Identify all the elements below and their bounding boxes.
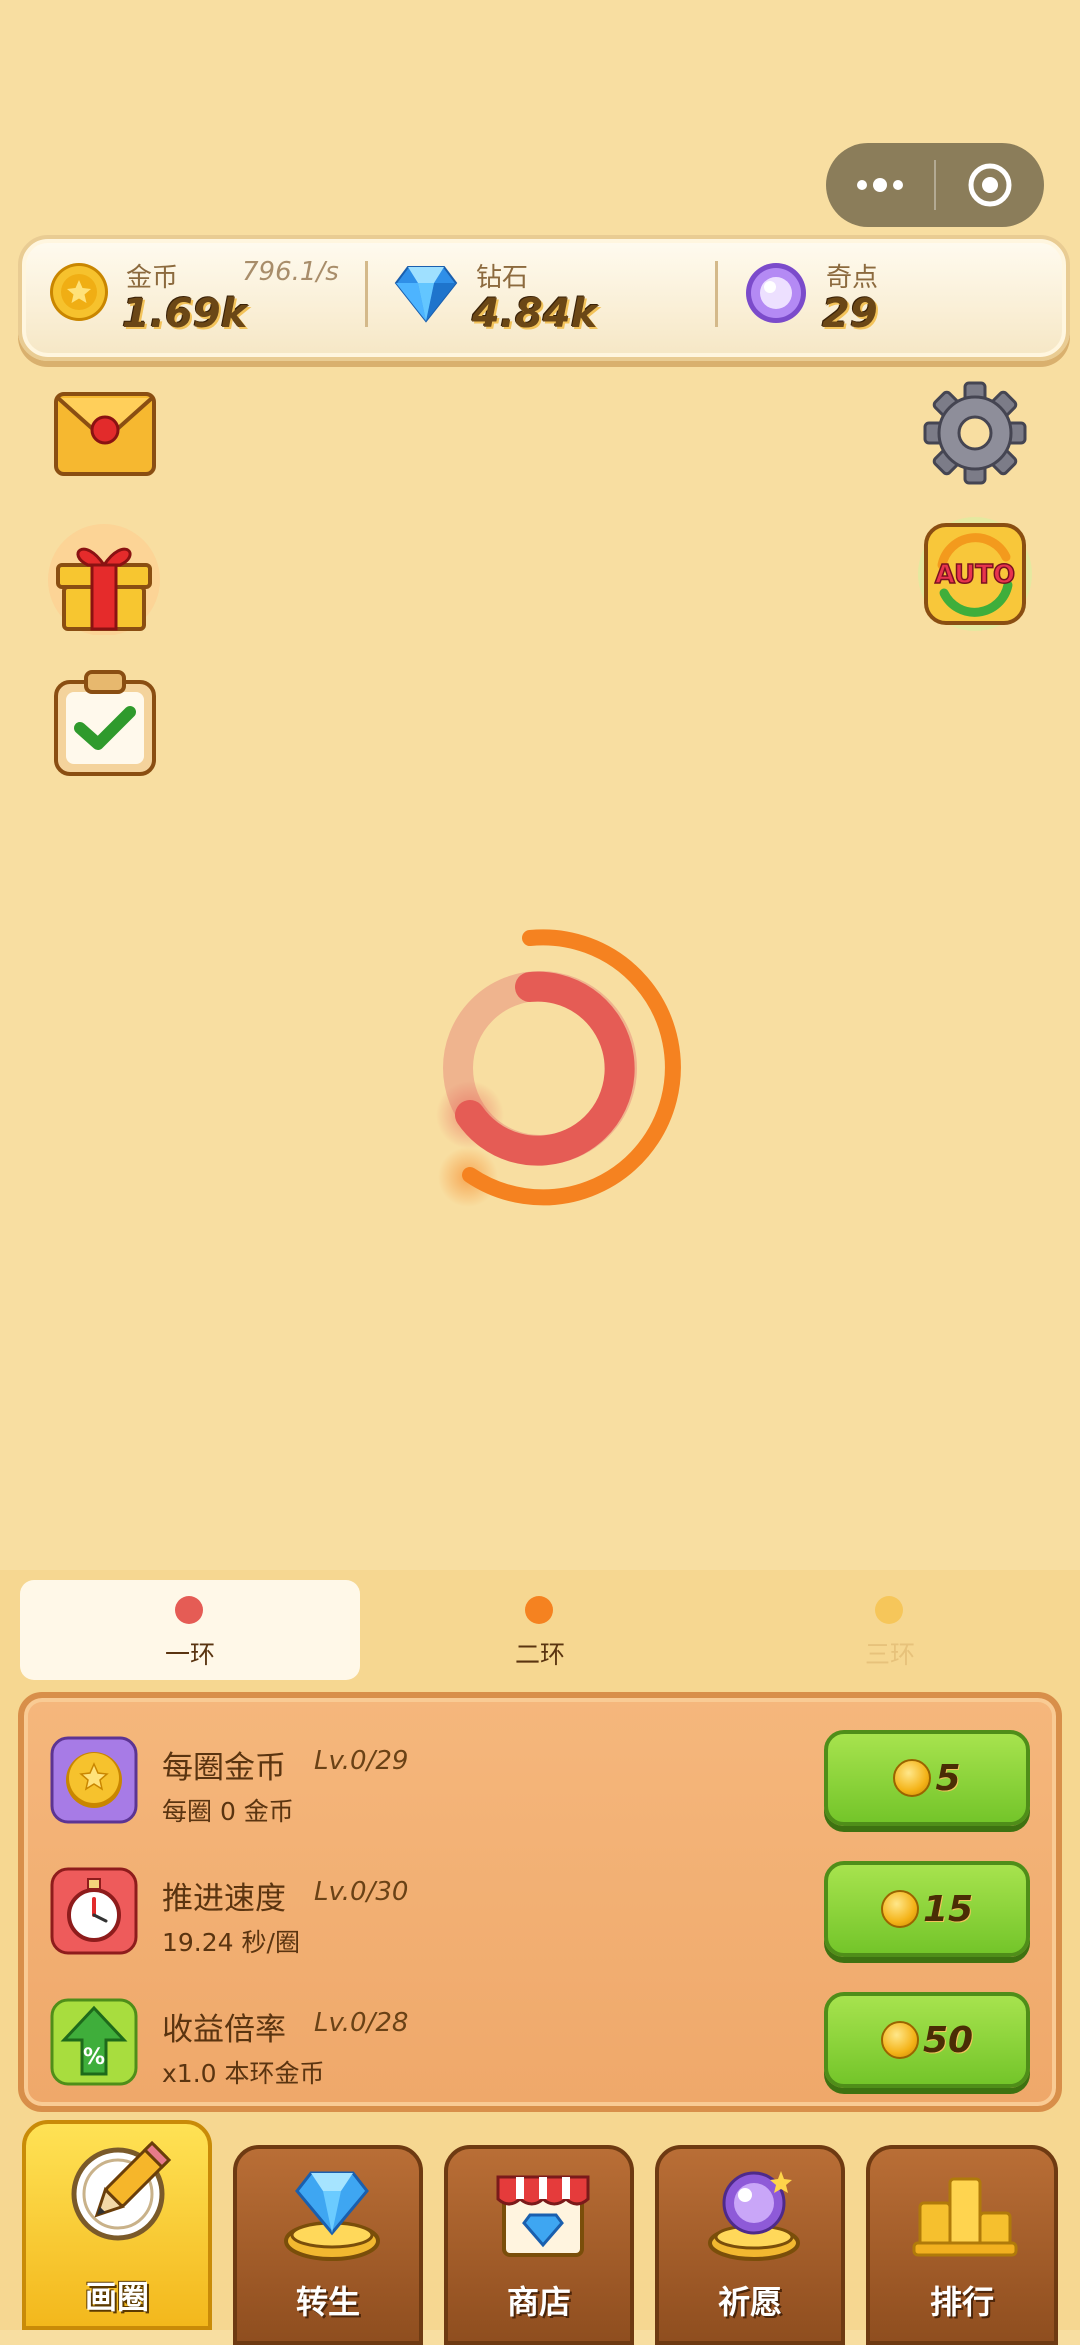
odd-value: 29 — [822, 291, 878, 337]
upgrade-row-multiplier: % 收益倍率 Lv.0/28 x1.0 本环金币 50 — [24, 1984, 1056, 2104]
gold-rate: 796.1/s — [242, 257, 339, 287]
ring-progress — [430, 925, 690, 1215]
gear-icon — [923, 381, 1027, 485]
upgrade-cost: 15 — [922, 1888, 974, 1930]
tab-ring-2-label: 二环 — [514, 1640, 565, 1669]
resource-odd: 奇点 29 — [722, 239, 1062, 357]
nav-draw[interactable]: 画圈 — [22, 2120, 212, 2330]
more-dots-icon[interactable] — [826, 143, 934, 227]
star-coin-icon — [50, 1736, 138, 1824]
upgrade-desc: 19.24 秒/圈 — [162, 1928, 300, 1957]
ring-1-dot — [175, 1596, 203, 1624]
mini-program-capsule — [826, 143, 1044, 227]
nav-shop[interactable]: 商店 — [444, 2145, 634, 2345]
shop-icon — [496, 2175, 590, 2257]
tab-ring-1[interactable]: 一环 — [20, 1580, 360, 1680]
upgrade-cost: 5 — [935, 1757, 961, 1799]
outer-ring-glow — [438, 1147, 498, 1207]
nav-shop-label: 商店 — [506, 2283, 571, 2321]
diamond-icon — [394, 266, 458, 323]
auto-icon: AUTO — [918, 517, 1032, 631]
upgrade-desc: 每圈 0 金币 — [162, 1797, 294, 1826]
nav-rank[interactable]: 排行 — [866, 2145, 1058, 2345]
stopwatch-icon — [50, 1867, 138, 1955]
upgrade-cost: 50 — [922, 2019, 974, 2061]
upgrade-title: 每圈金币 — [162, 1750, 286, 1786]
svg-text:%: % — [83, 2045, 105, 2070]
mail-button[interactable] — [50, 380, 160, 490]
coin-icon — [880, 1890, 919, 1928]
coin-icon — [893, 1759, 932, 1797]
pencil-circle-icon — [71, 2140, 172, 2241]
nav-rebirth[interactable]: 转生 — [233, 2145, 423, 2345]
upgrade-level: Lv.0/30 — [314, 1877, 409, 1907]
upgrade-desc: x1.0 本环金币 — [162, 2059, 325, 2088]
upgrade-title: 收益倍率 — [162, 2012, 286, 2048]
resource-bar: 金币 796.1/s 1.69k 钻石 4.84k 奇点 29 — [18, 235, 1070, 361]
upgrade-level: Lv.0/29 — [314, 1746, 409, 1776]
rebirth-diamond-icon — [284, 2171, 380, 2261]
ring-3-dot — [875, 1596, 903, 1624]
upgrade-title: 推进速度 — [162, 1881, 286, 1917]
gold-label: 金币 — [126, 263, 179, 293]
auto-button[interactable]: AUTO — [916, 515, 1034, 633]
divider — [715, 261, 718, 327]
bottom-nav: 画圈 转生 商店 祈愿 排行 — [0, 2120, 1080, 2345]
nav-rank-label: 排行 — [929, 2283, 994, 2321]
gold-value: 1.69k — [122, 291, 248, 337]
settings-button[interactable] — [920, 378, 1030, 488]
resource-gold: 金币 796.1/s 1.69k — [22, 239, 362, 357]
diamond-label: 钻石 — [476, 263, 529, 293]
upgrade-level: Lv.0/28 — [314, 2008, 409, 2038]
nav-draw-label: 画圈 — [84, 2278, 149, 2316]
tab-ring-3[interactable]: 三环 — [720, 1580, 1060, 1680]
nav-wish-label: 祈愿 — [717, 2283, 782, 2321]
upgrade-coin-button[interactable]: 5 — [824, 1730, 1030, 1826]
mail-icon — [54, 392, 156, 476]
nav-wish[interactable]: 祈愿 — [655, 2145, 845, 2345]
auto-text: AUTO — [935, 560, 1015, 590]
upgrade-row-speed: 推进速度 Lv.0/30 19.24 秒/圈 15 — [24, 1853, 1056, 1973]
purple-orb-icon — [746, 263, 806, 323]
percent-arrow-icon: % — [50, 1998, 138, 2086]
upgrade-multiplier-button[interactable]: 50 — [824, 1992, 1030, 2088]
task-button[interactable] — [50, 668, 160, 778]
upgrade-row-coin: 每圈金币 Lv.0/29 每圈 0 金币 5 — [24, 1722, 1056, 1842]
tab-ring-3-label: 三环 — [864, 1640, 915, 1669]
tab-ring-2[interactable]: 二环 — [370, 1580, 710, 1680]
ring-2-dot — [525, 1596, 553, 1624]
upgrade-speed-button[interactable]: 15 — [824, 1861, 1030, 1957]
coin-icon — [880, 2021, 919, 2059]
clipboard-check-icon — [54, 670, 156, 776]
ring-tabs: 一环 二环 三环 — [20, 1580, 1060, 1680]
tab-ring-1-label: 一环 — [164, 1640, 215, 1669]
gift-icon — [48, 524, 160, 636]
diamond-value: 4.84k — [472, 291, 598, 337]
podium-icon — [912, 2177, 1018, 2257]
upgrade-panel: 每圈金币 Lv.0/29 每圈 0 金币 5 推进速度 Lv.0/30 19.2… — [18, 1692, 1062, 2112]
gift-button[interactable] — [44, 515, 164, 636]
resource-diamond: 钻石 4.84k — [372, 239, 712, 357]
gold-coin-icon — [50, 263, 108, 321]
inner-ring-glow — [436, 1081, 504, 1149]
odd-label: 奇点 — [826, 263, 879, 293]
wish-orb-icon — [708, 2171, 800, 2261]
nav-rebirth-label: 转生 — [295, 2283, 360, 2321]
target-close-icon[interactable] — [936, 143, 1044, 227]
divider — [365, 261, 368, 327]
